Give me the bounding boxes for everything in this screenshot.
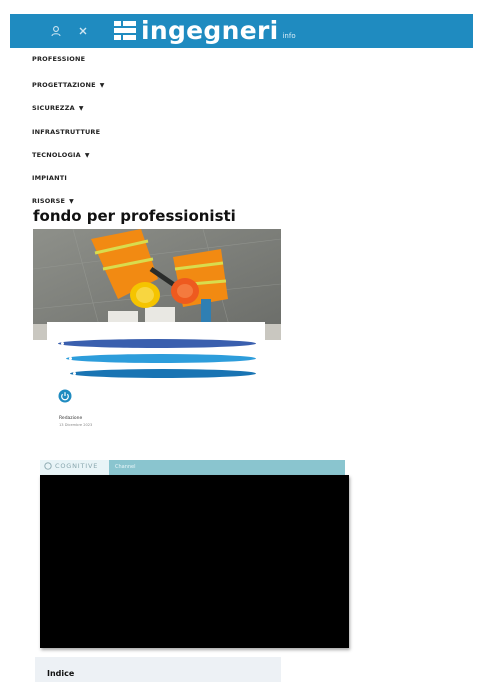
toc-title: Indice	[47, 669, 75, 678]
video-player: COGNITIVE Channel	[40, 460, 349, 648]
nav-item-progettazione[interactable]: PROGETTAZIONE ▼	[32, 81, 105, 89]
chevron-down-icon: ▼	[84, 151, 90, 159]
user-icon[interactable]	[49, 24, 63, 38]
video-screen[interactable]	[40, 475, 349, 648]
power-icon[interactable]	[58, 389, 72, 403]
author-name[interactable]: Redazione	[59, 416, 82, 421]
chevron-down-icon: ▼	[78, 104, 84, 112]
logo-suffix: info	[282, 32, 296, 40]
site-logo[interactable]: ingegneri info	[113, 15, 296, 45]
close-icon[interactable]	[76, 24, 90, 38]
nav-item-tecnologia[interactable]: TECNOLOGIA ▼	[32, 151, 90, 159]
facebook-icon	[61, 342, 64, 345]
share-linkedin-button[interactable]	[70, 369, 256, 378]
logo-mark-icon	[114, 21, 136, 40]
nav-item-sicurezza[interactable]: SICUREZZA ▼	[32, 104, 84, 112]
cognitive-logo-icon	[44, 462, 52, 470]
nav-item-professione[interactable]: PROFESSIONE	[32, 55, 85, 63]
twitter-icon	[69, 357, 72, 360]
site-header: ingegneri info	[10, 14, 473, 48]
nav-item-risorse[interactable]: RISORSE ▼	[32, 197, 74, 205]
page-title: fondo per professionisti	[33, 207, 236, 225]
logo-text: ingegneri	[141, 15, 279, 45]
share-twitter-button[interactable]	[66, 354, 256, 363]
nav-item-infrastrutture[interactable]: INFRASTRUTTURE	[32, 128, 100, 136]
nav-item-impianti[interactable]: IMPIANTI	[32, 174, 67, 182]
table-of-contents[interactable]: Indice	[35, 657, 281, 682]
chevron-down-icon: ▼	[99, 81, 105, 89]
player-tab-label: Channel	[115, 464, 136, 470]
chevron-down-icon: ▼	[69, 197, 74, 205]
publish-date: 13 Dicembre 2023	[59, 423, 93, 427]
player-tab[interactable]: Channel	[109, 460, 345, 475]
share-facebook-button[interactable]	[58, 339, 256, 348]
player-brand: COGNITIVE	[44, 462, 98, 470]
linkedin-icon	[73, 372, 76, 375]
